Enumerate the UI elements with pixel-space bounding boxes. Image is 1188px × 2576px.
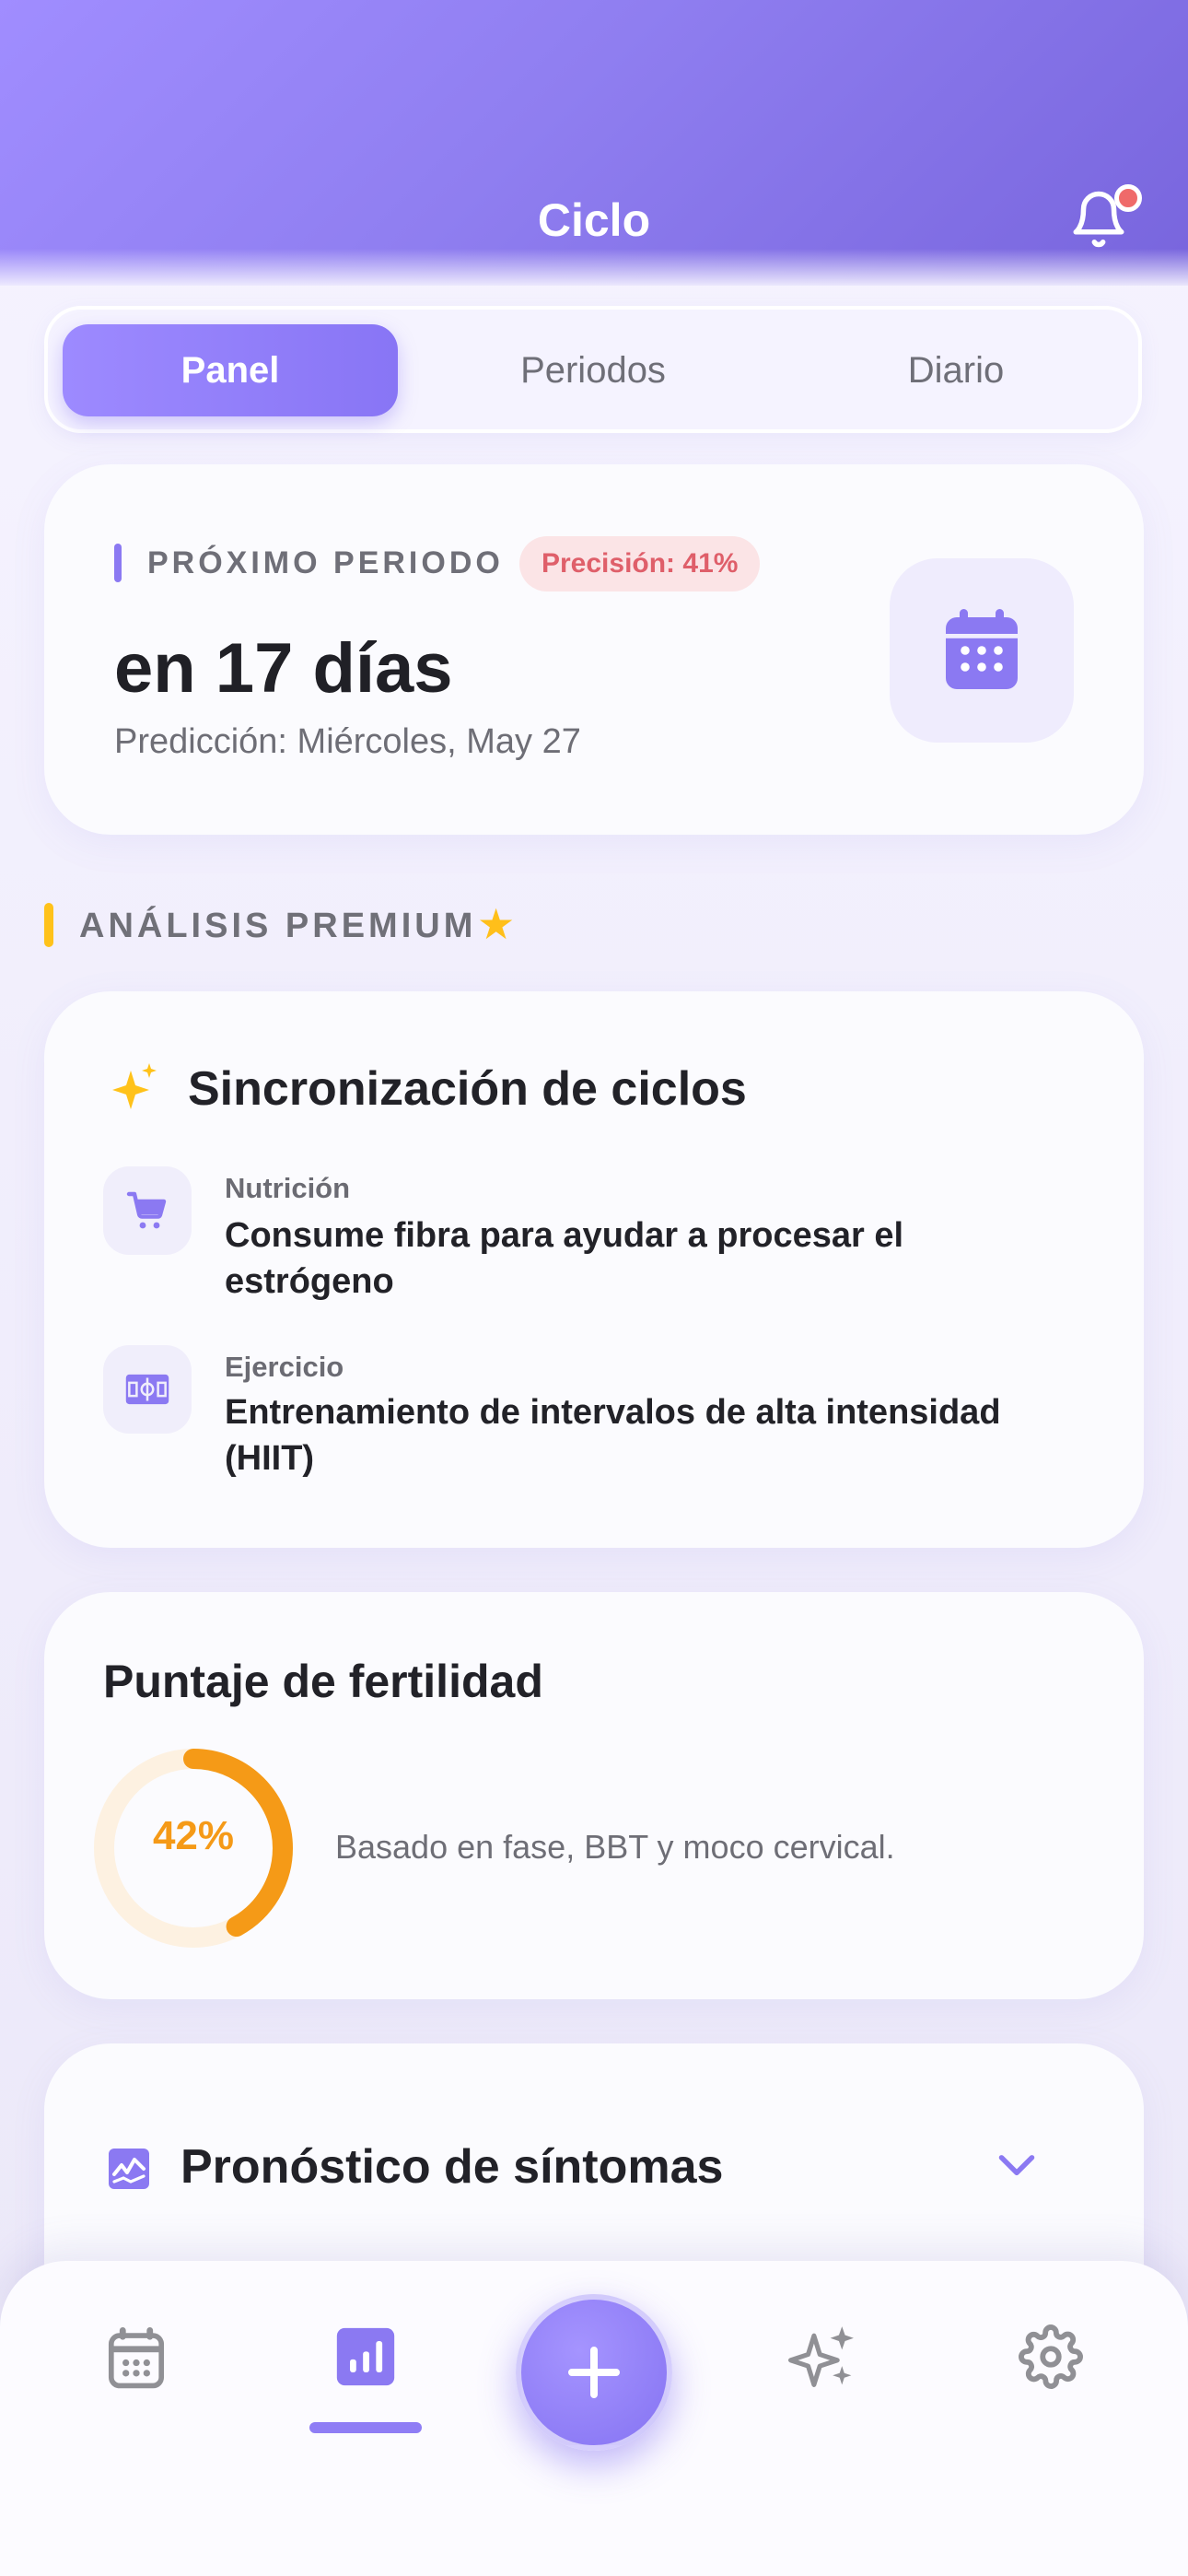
chevron-down-icon[interactable] (996, 2152, 1037, 2180)
precision-badge: Precisión: 41% (519, 536, 761, 591)
nav-calendar[interactable] (99, 2322, 173, 2395)
exercise-tip: Entrenamiento de intervalos de alta inte… (225, 1393, 1001, 1478)
star-icon: ★ (477, 900, 516, 948)
page-title: Ciclo (537, 194, 651, 246)
next-period-card[interactable]: PRÓXIMO PERIODO Precisión: 41% en 17 día… (44, 464, 1144, 835)
sparkle-icon (112, 1063, 157, 1109)
cycle-sync-card: Sincronización de ciclos Nutrición Consu… (44, 991, 1144, 1548)
cart-icon (126, 1191, 167, 1229)
nav-insights[interactable] (786, 2320, 860, 2394)
accent-bar (114, 544, 122, 582)
fertility-score-card: Puntaje de fertilidad 42% Basado en fase… (44, 1592, 1144, 1999)
active-tab-indicator (309, 2422, 422, 2433)
bottom-nav (0, 2261, 1188, 2576)
plus-icon (568, 2347, 620, 2398)
sync-title: Sincronización de ciclos (188, 1062, 747, 1116)
calendar-button[interactable] (890, 558, 1074, 743)
exercise-category: Ejercicio (225, 1351, 344, 1383)
nav-settings[interactable] (1014, 2320, 1088, 2394)
tab-diario[interactable]: Diario (788, 324, 1124, 416)
segmented-tabs: Panel Periodos Diario (44, 306, 1142, 433)
sparkles-icon (788, 2326, 854, 2387)
forecast-title: Pronóstico de síntomas (181, 2140, 724, 2194)
prediction-date: Predicción: Miércoles, May 27 (114, 722, 581, 761)
nutrition-icon-box (103, 1166, 192, 1255)
fertility-description: Basado en fase, BBT y moco cervical. (335, 1828, 895, 1866)
nav-dashboard[interactable] (329, 2320, 402, 2394)
next-period-label: PRÓXIMO PERIODO (147, 545, 504, 580)
days-until-period: en 17 días (114, 629, 453, 708)
tab-panel[interactable]: Panel (63, 324, 398, 416)
trend-chart-icon (109, 2149, 149, 2189)
stadium-icon (125, 1374, 169, 1405)
fertility-title: Puntaje de fertilidad (103, 1656, 543, 1707)
notification-dot (1114, 184, 1142, 212)
calendar-icon (946, 609, 1018, 689)
app-header: Ciclo (0, 0, 1188, 286)
gear-icon (1019, 2324, 1083, 2389)
nutrition-category: Nutrición (225, 1172, 351, 1204)
add-entry-button[interactable] (516, 2294, 672, 2451)
nutrition-tip: Consume fibra para ayudar a procesar el … (225, 1216, 904, 1301)
tab-periodos[interactable]: Periodos (425, 324, 761, 416)
premium-section-label: ANÁLISIS PREMIUM (79, 907, 477, 945)
exercise-icon-box (103, 1345, 192, 1434)
premium-accent-bar (44, 903, 53, 947)
chart-icon (336, 2327, 395, 2386)
calendar-icon (108, 2327, 165, 2389)
fertility-score: 42% (152, 1813, 235, 1858)
